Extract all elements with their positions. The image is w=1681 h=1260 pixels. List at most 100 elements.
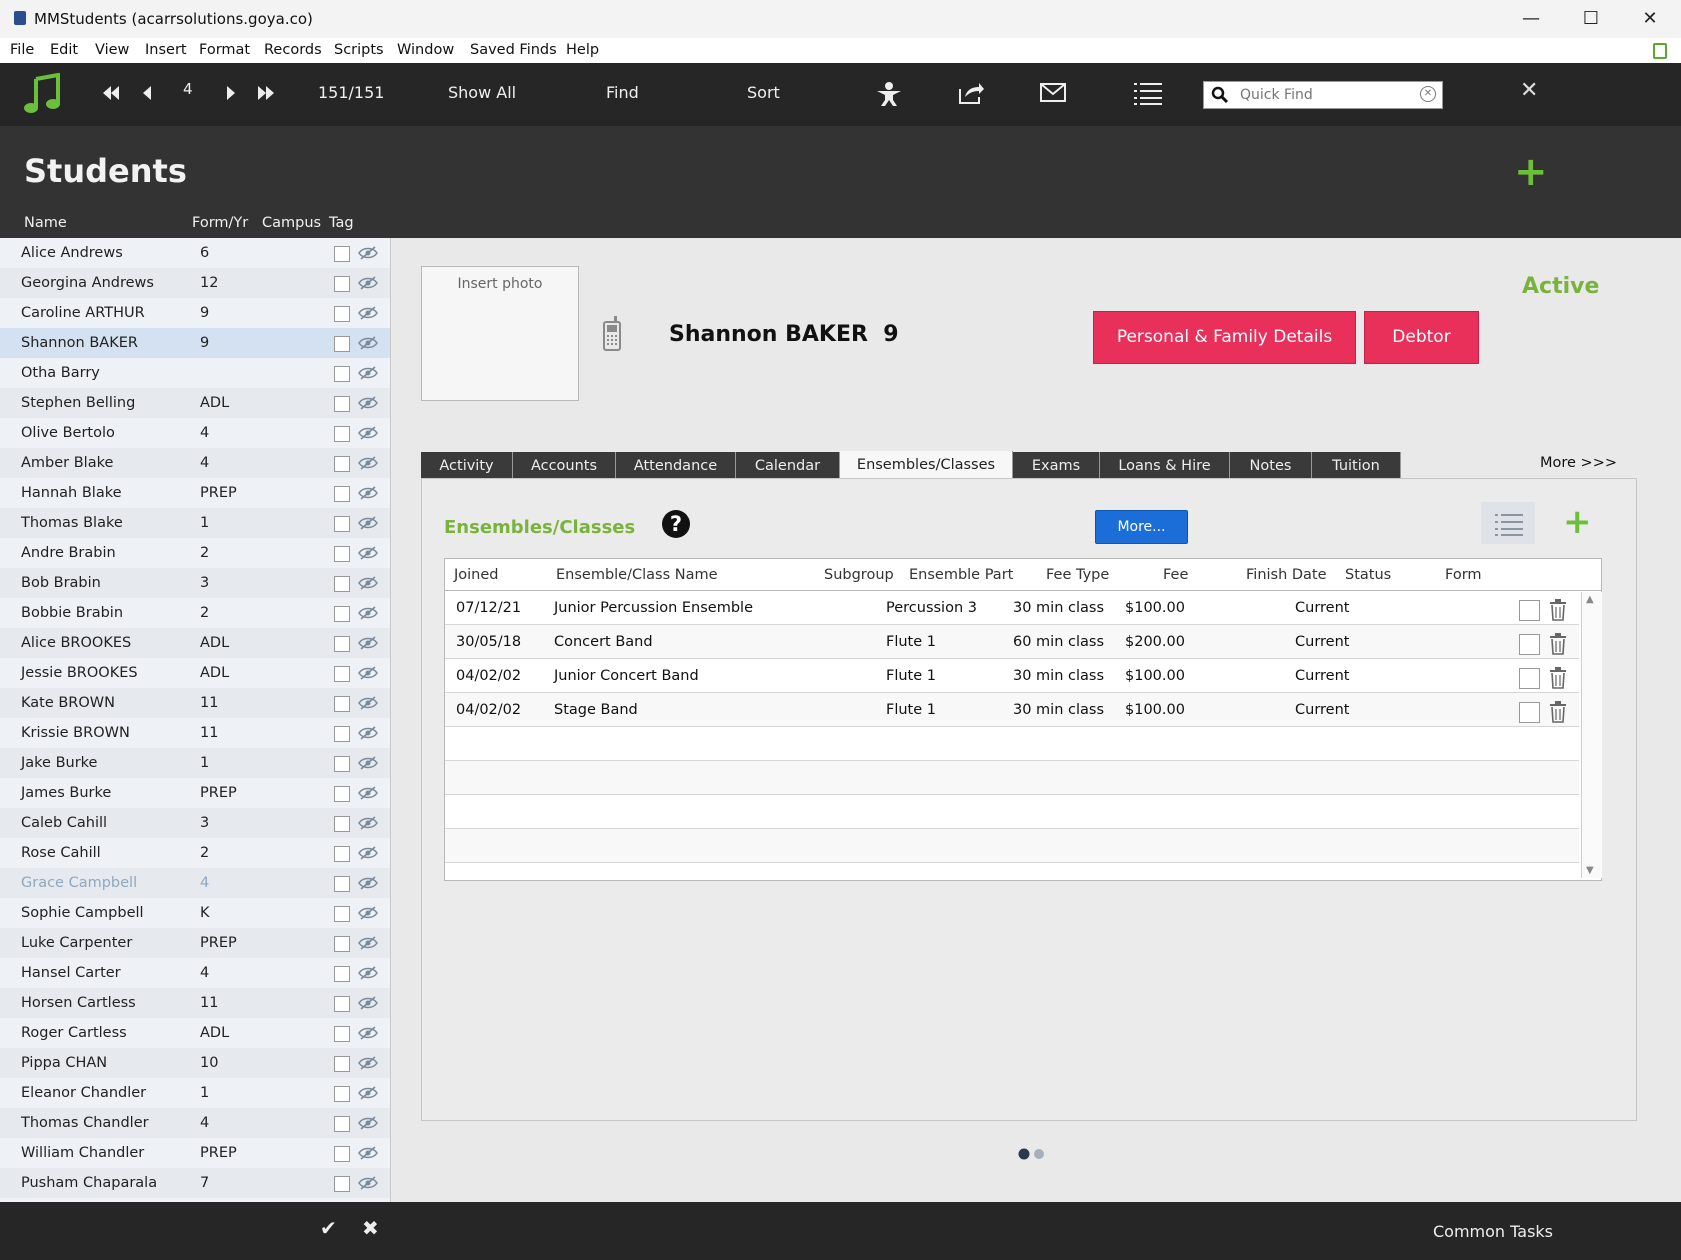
scroll-down-icon[interactable]: ▼ xyxy=(1586,865,1594,876)
personal-family-button[interactable]: Personal & Family Details xyxy=(1093,311,1356,364)
list-icon[interactable] xyxy=(1134,81,1162,105)
column-form[interactable]: Form xyxy=(1445,567,1482,583)
tag-checkbox[interactable] xyxy=(334,846,350,862)
menu-scripts[interactable]: Scripts xyxy=(334,42,384,58)
eye-slash-icon[interactable] xyxy=(358,606,378,620)
eye-slash-icon[interactable] xyxy=(358,1116,378,1130)
tag-checkbox[interactable] xyxy=(334,366,350,382)
tag-checkbox[interactable] xyxy=(334,456,350,472)
list-item[interactable]: Hansel Carter 4 xyxy=(0,958,390,988)
column-name[interactable]: Name xyxy=(24,215,67,231)
list-item[interactable]: Caleb Cahill 3 xyxy=(0,808,390,838)
eye-slash-icon[interactable] xyxy=(358,696,378,710)
list-item[interactable]: Hannah Blake PREP xyxy=(0,478,390,508)
tag-checkbox[interactable] xyxy=(334,726,350,742)
add-ensemble-button[interactable]: + xyxy=(1563,505,1592,539)
tag-checkbox[interactable] xyxy=(334,906,350,922)
tab-loans-hire[interactable]: Loans & Hire xyxy=(1100,452,1230,478)
prev-record-icon[interactable] xyxy=(142,86,152,100)
tag-checkbox[interactable] xyxy=(334,756,350,772)
list-item[interactable]: Luke Carpenter PREP xyxy=(0,928,390,958)
tag-checkbox[interactable] xyxy=(334,276,350,292)
menu-view[interactable]: View xyxy=(95,42,129,58)
list-item[interactable]: Pippa CHAN 10 xyxy=(0,1048,390,1078)
tag-checkbox[interactable] xyxy=(334,996,350,1012)
list-item[interactable]: Bob Brabin 3 xyxy=(0,568,390,598)
tag-checkbox[interactable] xyxy=(334,1146,350,1162)
list-item[interactable]: Horsen Cartless 11 xyxy=(0,988,390,1018)
table-row[interactable]: 04/02/02 Stage Band Flute 1 30 min class $10… xyxy=(445,693,1579,727)
eye-slash-icon[interactable] xyxy=(358,546,378,560)
maximize-button[interactable]: ☐ xyxy=(1566,4,1616,34)
column-subgroup[interactable]: Subgroup xyxy=(824,567,894,583)
eye-slash-icon[interactable] xyxy=(358,426,378,440)
list-item[interactable]: Pusham Chaparala 7 xyxy=(0,1168,390,1198)
menu-format[interactable]: Format xyxy=(199,42,250,58)
eye-slash-icon[interactable] xyxy=(358,756,378,770)
eye-slash-icon[interactable] xyxy=(358,966,378,980)
window-close-button[interactable]: ✕ xyxy=(1625,4,1675,34)
record-number[interactable]: 4 xyxy=(183,80,193,98)
next-record-icon[interactable] xyxy=(226,86,236,100)
eye-slash-icon[interactable] xyxy=(358,846,378,860)
tag-checkbox[interactable] xyxy=(334,576,350,592)
menu-insert[interactable]: Insert xyxy=(145,42,187,58)
list-item[interactable]: Thomas Blake 1 xyxy=(0,508,390,538)
row-checkbox[interactable] xyxy=(1519,668,1540,689)
tab-tuition[interactable]: Tuition xyxy=(1312,452,1401,478)
tag-checkbox[interactable] xyxy=(334,336,350,352)
tag-checkbox[interactable] xyxy=(334,696,350,712)
check-icon[interactable]: ✔ xyxy=(320,1216,337,1240)
photo-box[interactable]: Insert photo xyxy=(421,266,579,401)
tab-attendance[interactable]: Attendance xyxy=(616,452,736,478)
tag-checkbox[interactable] xyxy=(334,876,350,892)
tag-checkbox[interactable] xyxy=(334,396,350,412)
menu-help[interactable]: Help xyxy=(566,42,599,58)
menu-saved-finds[interactable]: Saved Finds xyxy=(470,42,557,58)
tag-checkbox[interactable] xyxy=(334,1056,350,1072)
column-fee[interactable]: Fee xyxy=(1163,567,1188,583)
list-item[interactable]: Grace Campbell 4 xyxy=(0,868,390,898)
quick-find-input[interactable] xyxy=(1238,84,1408,106)
row-checkbox[interactable] xyxy=(1519,702,1540,723)
list-item[interactable]: Jessie BROOKES ADL xyxy=(0,658,390,688)
person-icon[interactable] xyxy=(875,81,903,107)
minimize-button[interactable]: — xyxy=(1506,4,1556,34)
column-status[interactable]: Status xyxy=(1345,567,1391,583)
close-icon[interactable]: ✕ xyxy=(1520,78,1538,103)
tag-checkbox[interactable] xyxy=(334,816,350,832)
list-item[interactable]: Alice BROOKES ADL xyxy=(0,628,390,658)
eye-slash-icon[interactable] xyxy=(358,666,378,680)
find-button[interactable]: Find xyxy=(606,83,639,102)
list-item[interactable]: Georgina Andrews 12 xyxy=(0,268,390,298)
list-item[interactable]: Caroline ARTHUR 9 xyxy=(0,298,390,328)
sort-button[interactable]: Sort xyxy=(747,83,780,102)
tag-checkbox[interactable] xyxy=(334,546,350,562)
help-icon[interactable]: ? xyxy=(662,510,690,538)
column-campus[interactable]: Campus xyxy=(262,215,321,231)
add-icon[interactable]: + xyxy=(1514,152,1548,192)
trash-icon[interactable] xyxy=(1548,701,1568,723)
tag-checkbox[interactable] xyxy=(334,666,350,682)
search-icon[interactable] xyxy=(1210,85,1230,105)
column-ensemble-name[interactable]: Ensemble/Class Name xyxy=(556,567,718,583)
eye-slash-icon[interactable] xyxy=(358,936,378,950)
trash-icon[interactable] xyxy=(1548,599,1568,621)
list-item[interactable]: Jake Burke 1 xyxy=(0,748,390,778)
list-item[interactable]: Sophie Campbell K xyxy=(0,898,390,928)
list-item[interactable]: William Chandler PREP xyxy=(0,1138,390,1168)
clear-icon[interactable]: ✕ xyxy=(1420,86,1436,102)
list-item[interactable]: Alice Andrews 6 xyxy=(0,238,390,268)
cross-icon[interactable]: ✖ xyxy=(362,1216,379,1240)
table-scrollbar[interactable]: ▲ ▼ xyxy=(1581,592,1602,878)
list-item[interactable]: Bobbie Brabin 2 xyxy=(0,598,390,628)
last-record-icon[interactable] xyxy=(257,86,275,100)
eye-slash-icon[interactable] xyxy=(358,456,378,470)
tag-checkbox[interactable] xyxy=(334,1116,350,1132)
tag-checkbox[interactable] xyxy=(334,786,350,802)
show-all-button[interactable]: Show All xyxy=(448,83,516,102)
eye-slash-icon[interactable] xyxy=(358,636,378,650)
list-item[interactable]: Stephen Belling ADL xyxy=(0,388,390,418)
more-tabs-link[interactable]: More >>> xyxy=(1540,455,1617,471)
debtor-button[interactable]: Debtor xyxy=(1364,311,1479,364)
